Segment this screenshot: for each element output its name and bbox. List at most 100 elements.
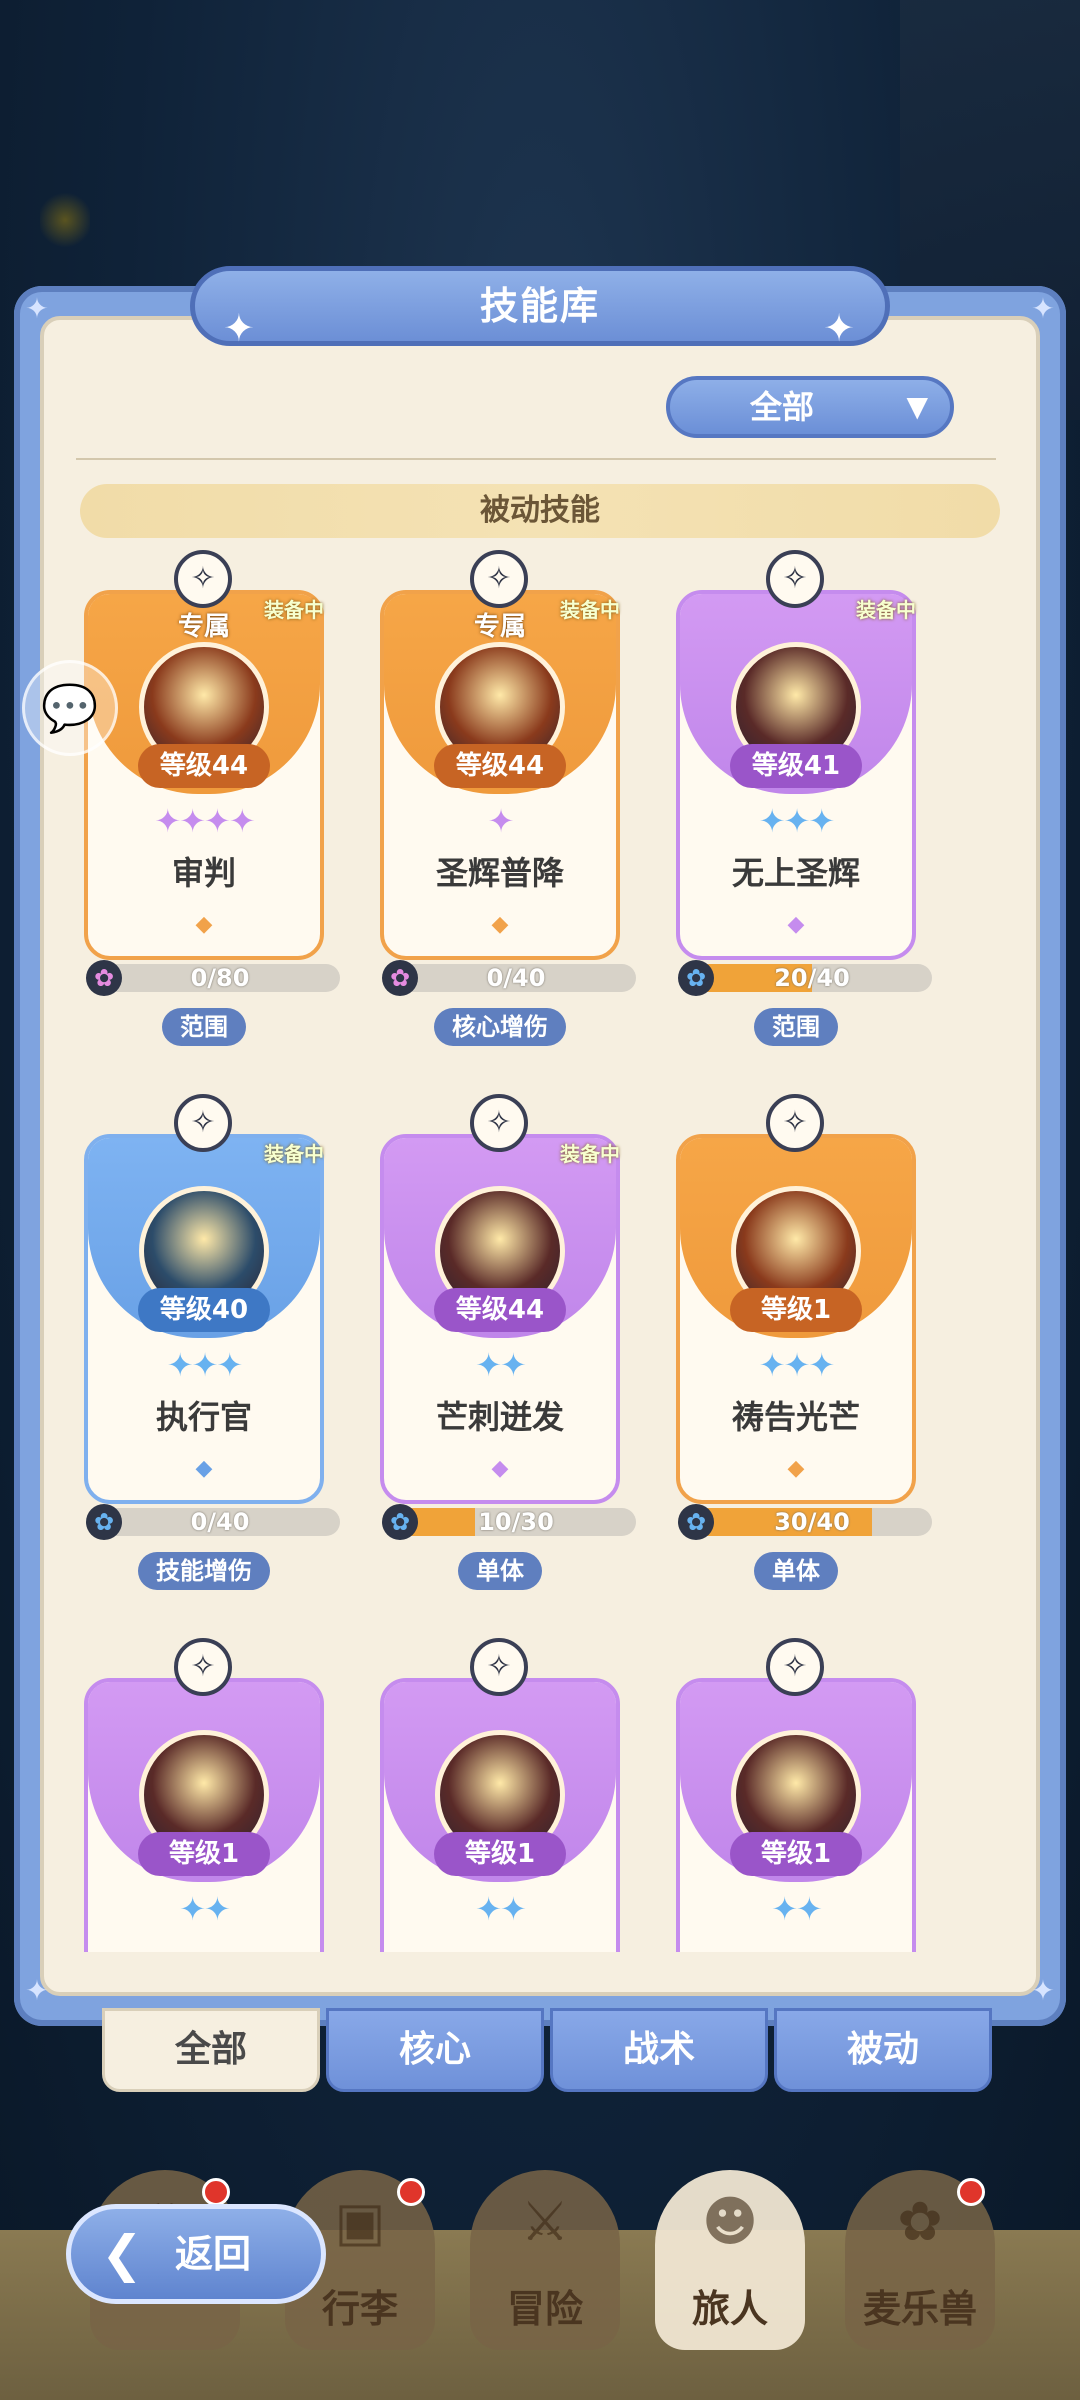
corner-ornament-icon: ✦ [1031,292,1055,325]
skill-card[interactable]: ✧ 装备中等级41 ✦✦✦ 无上圣辉 ◆ [676,550,916,960]
star-rating: ✦✦ [475,1890,527,1928]
card-diamond-icon: ◆ [491,1456,509,1481]
card-diamond-icon: ◆ [787,1456,805,1481]
chat-bubble-icon[interactable]: 💬 [22,660,118,756]
skill-tag: 单体 [754,1552,838,1590]
skill-name: 审判 [171,854,236,892]
skill-tag: 技能增伤 [138,1552,270,1590]
equipped-badge: 装备中 [264,598,324,622]
equipped-badge: 装备中 [560,598,620,622]
filter-selected-label: 全部 [750,388,815,426]
notification-dot [397,2178,425,2206]
skill-card[interactable]: ✧等级1✦✦◆ [84,1638,324,1952]
progress-text: 30/40 [774,1508,850,1536]
progress-text: 20/40 [774,964,850,992]
shard-icon: ✿ [86,1504,122,1540]
skill-name: 祷告光芒 [731,1398,860,1436]
skill-card[interactable]: ✧ 装备中 等级44 ✦✦ 芒刺迸发 ◆ [380,1094,620,1504]
equipped-badge: 装备中 [856,598,916,622]
nav-label: 麦乐兽 [862,2287,977,2331]
nav-item-2[interactable]: ⚔ 冒险 [470,2170,620,2350]
corner-ornament-icon: ✦ [1031,1974,1055,2007]
section-header: 被动技能 [80,484,1000,538]
shard-icon: ✿ [86,960,122,996]
back-button[interactable]: ❮ 返回 [66,2204,326,2304]
tab-1[interactable]: 核心 [326,2008,544,2092]
skill-level: 等级1 [730,1288,862,1332]
swords-icon: ⚔ [520,2190,570,2253]
star-rating: ✦✦✦✦ [154,802,255,840]
skill-level: 等级44 [138,744,270,788]
skill-card[interactable]: ✧ 装备中专属等级44 ✦ 圣辉普降 ◆ [380,550,620,960]
shard-progress: 20/40 ✿ [678,960,934,996]
back-arrow-icon: ❮ [101,2225,143,2283]
skill-name: 执行官 [155,1398,252,1436]
section-title: 被动技能 [480,493,600,528]
skill-level: 等级1 [434,1832,566,1876]
card-diamond-icon: ◆ [491,912,509,937]
card-diamond-icon: ◆ [195,1456,213,1481]
corner-ornament-icon: ✦ [25,1974,49,2007]
skill-type-icon: ✧ [174,550,232,608]
skill-level: 等级1 [138,1832,270,1876]
exclusive-label: 专属 [177,612,230,642]
shard-icon: ✿ [382,960,418,996]
skill-tag: 范围 [162,1008,246,1046]
progress-text: 0/40 [190,1508,250,1536]
nav-item-4[interactable]: ✿ 麦乐兽 [845,2170,995,2350]
skill-type-icon: ✧ [470,550,528,608]
nav-item-3[interactable]: ☻ 旅人 [655,2170,805,2350]
skill-card[interactable]: ✧等级1✦✦◆ [676,1638,916,1952]
star-rating: ✦ [487,802,515,840]
shard-progress: 0/40 ✿ [382,960,638,996]
skill-card[interactable]: ✧等级1✦✦◆ [380,1638,620,1952]
skill-type-icon: ✧ [470,1638,528,1696]
star-rating: ✦✦✦ [166,1346,243,1384]
star-rating: ✦✦ [475,1346,527,1384]
equipped-badge: 装备中 [560,1142,620,1166]
hero-icon: ☻ [701,2190,759,2253]
skill-card[interactable]: ✧ 装备中 专属 等级44 ✦✦✦✦ 审判 ◆ [84,550,324,960]
tab-0[interactable]: 全部 [102,2008,320,2092]
skill-type-icon: ✧ [766,1094,824,1152]
skill-level: 等级1 [730,1832,862,1876]
tab-3[interactable]: 被动 [774,2008,992,2092]
star-rating: ✦✦✦ [758,802,835,840]
skill-type-icon: ✧ [470,1094,528,1152]
skill-level: 等级44 [434,744,566,788]
skill-type-icon: ✧ [174,1094,232,1152]
skill-type-icon: ✧ [174,1638,232,1696]
card-diamond-icon: ◆ [787,912,805,937]
filter-dropdown[interactable]: 全部 ▼ [666,376,954,438]
progress-text: 0/40 [486,964,546,992]
tab-2[interactable]: 战术 [550,2008,768,2092]
skill-card[interactable]: ✧ 等级1 ✦✦✦ 祷告光芒 ◆ [676,1094,916,1504]
equipped-badge: 装备中 [264,1142,324,1166]
back-button-label: 返回 [175,2232,252,2276]
skill-name: 圣辉普降 [435,854,564,892]
progress-text: 10/30 [478,1508,554,1536]
skill-name: 无上圣辉 [731,854,860,892]
star-rating: ✦✦ [179,1890,231,1928]
skill-card[interactable]: ✧ 装备中等级40 ✦✦✦ 执行官 ◆ [84,1094,324,1504]
exclusive-label: 专属 [473,612,526,642]
star-rating: ✦✦ [771,1890,823,1928]
shard-icon: ✿ [678,960,714,996]
shard-icon: ✿ [382,1504,418,1540]
sparkle-icon: ✦ [223,306,257,350]
corner-ornament-icon: ✦ [25,292,49,325]
skill-tag: 核心增伤 [434,1008,566,1046]
title-banner: ✦ 技能库 ✦ [190,266,890,350]
page-title: 技能库 [479,284,600,328]
shard-progress: 10/30 ✿ [382,1504,638,1540]
dropdown-arrow-icon: ▼ [906,390,928,423]
progress-text: 0/80 [190,964,250,992]
nav-label: 旅人 [691,2287,768,2331]
skill-name: 芒刺迸发 [435,1398,564,1436]
skill-tag: 单体 [458,1552,542,1590]
skill-level: 等级41 [730,744,862,788]
notification-dot [957,2178,985,2206]
skill-type-icon: ✧ [766,550,824,608]
nav-label: 冒险 [506,2287,583,2331]
skill-level: 等级40 [138,1288,270,1332]
